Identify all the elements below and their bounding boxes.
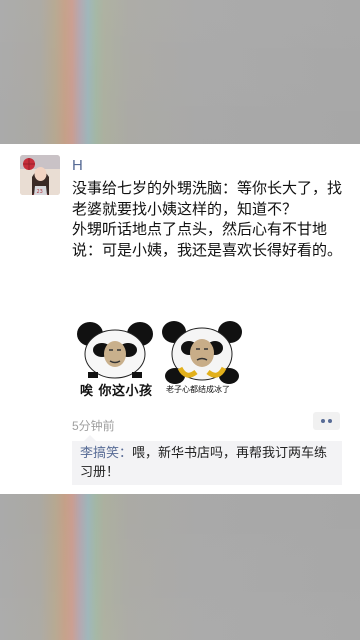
svg-text:23: 23 — [37, 189, 43, 195]
avatar[interactable]: 23 — [20, 155, 60, 195]
meme-caption-1: 唉 你这小孩 — [80, 384, 153, 399]
more-actions-button[interactable] — [313, 412, 340, 430]
comment-section: 李搞笑：喂，新华书店吗，再帮我订两车练习册！ — [72, 435, 342, 485]
post-timestamp: 5分钟前 — [72, 419, 115, 433]
post-image-1[interactable]: 唉 你这小孩 — [72, 320, 156, 400]
post-paragraph-1: 没事给七岁的外甥洗脑：等你长大了，找老婆就要找小姨这样的，知道不？ — [72, 179, 343, 218]
post-image-2[interactable]: 老子心都结成冰了 — [160, 320, 244, 400]
post-username[interactable]: H — [72, 157, 83, 174]
more-dots-icon — [328, 419, 332, 423]
more-dots-icon — [321, 419, 325, 423]
avatar-girl-icon: 23 — [20, 155, 60, 195]
moments-post-card: 23 H 没事给七岁的外甥洗脑：等你长大了，找老婆就要找小姨这样的，知道不？ 外… — [0, 144, 360, 494]
comment-author[interactable]: 李搞笑： — [80, 446, 132, 461]
comment[interactable]: 李搞笑：喂，新华书店吗，再帮我订两车练习册！ — [80, 444, 338, 482]
post-content: 没事给七岁的外甥洗脑：等你长大了，找老婆就要找小姨这样的，知道不？ 外甥听话地点… — [72, 178, 346, 260]
post-paragraph-2: 外甥听话地点了点头，然后心有不甘地说：可是小姨，我还是喜欢长得好看的。 — [72, 220, 343, 259]
meme-caption-2: 老子心都结成冰了 — [166, 385, 230, 394]
